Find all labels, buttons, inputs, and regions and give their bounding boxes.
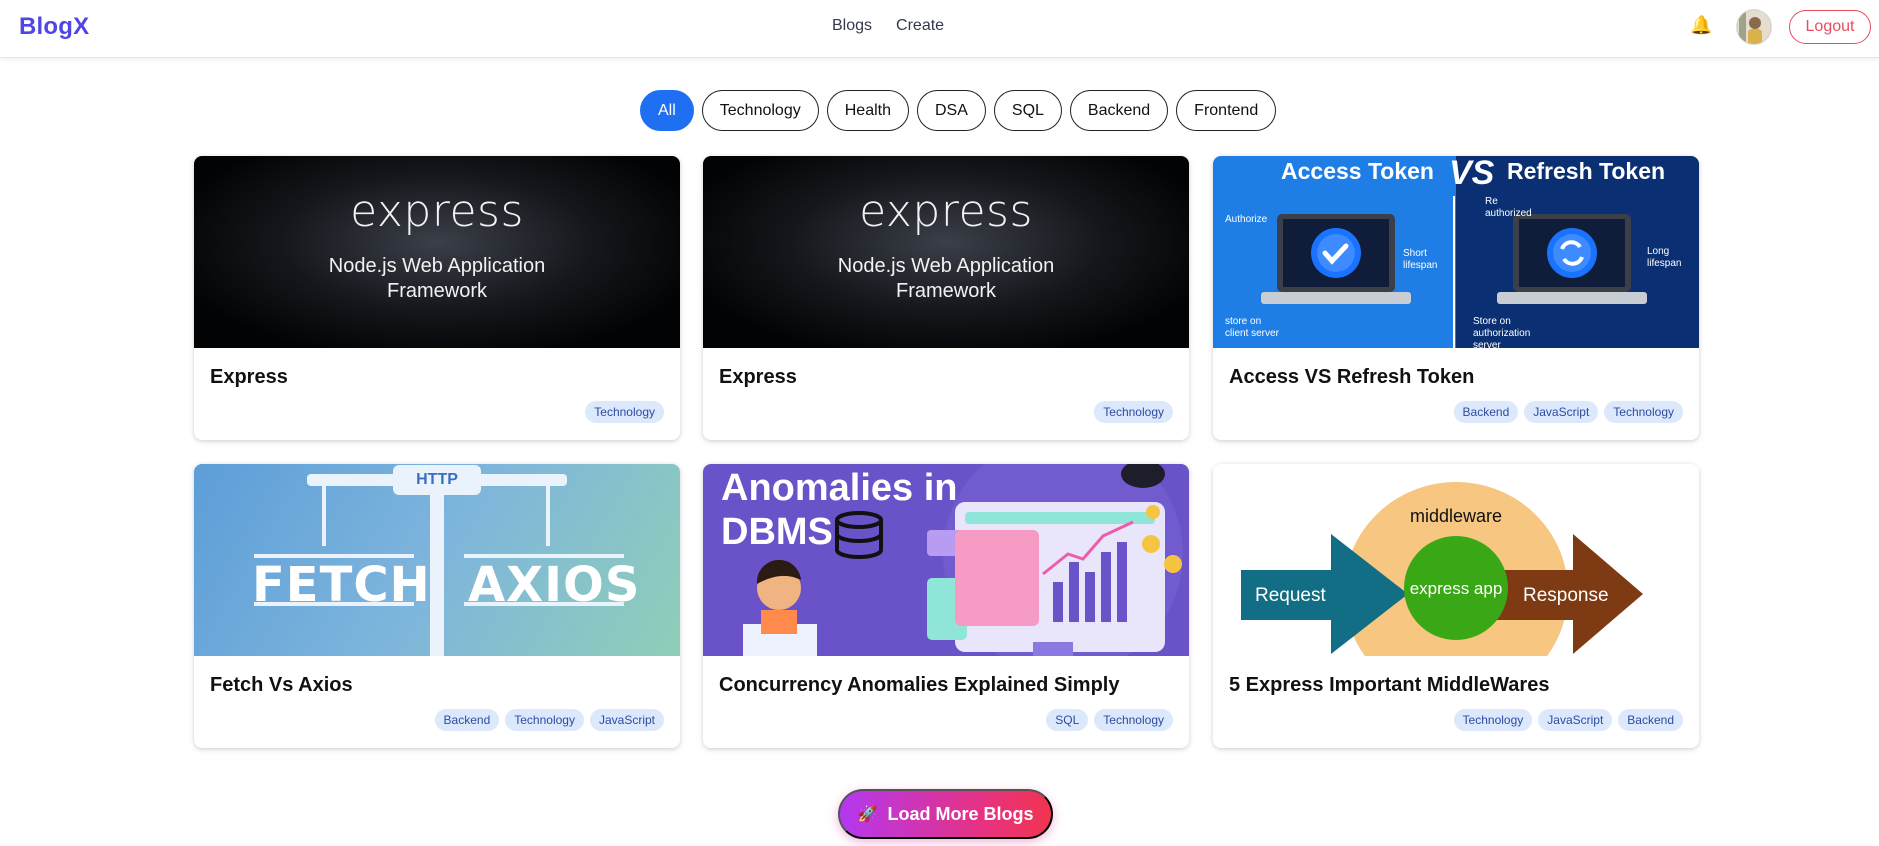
tag-badge: JavaScript [1524,401,1599,423]
tag-badge: Technology [1453,709,1533,731]
tag-badge: Technology [505,709,584,731]
blog-card-title[interactable]: Concurrency Anomalies Explained Simply [719,674,1120,697]
blog-card-tags: Backend JavaScript Technology [1453,401,1683,423]
thumbnail-heading: express [859,186,1033,237]
category-filters: All Technology Health DSA SQL Backend Fr… [640,90,1277,131]
blog-card-title[interactable]: 5 Express Important MiddleWares [1229,674,1549,697]
blog-card-tags: Backend Technology JavaScript [434,709,664,731]
tag-badge: Technology [1604,401,1683,423]
thumbnail-note: Store on authorization server [1473,316,1531,348]
thumbnail-heading-line: Anomalies in [721,467,958,509]
thumbnail-note: Short lifespan [1403,248,1438,271]
blog-card-thumbnail: Access Token VS Refresh Token Authorize … [1213,156,1699,348]
tag-badge: SQL [1046,709,1089,731]
blog-card-title[interactable]: Express [210,366,288,389]
thumbnail-subtitle-line: Node.js Web Application [328,255,546,277]
blog-card[interactable]: Access Token VS Refresh Token Authorize … [1213,156,1699,440]
blog-card-thumbnail: middleware express app Request Response [1213,464,1699,656]
rocket-icon: 🚀 [857,806,878,823]
middleware-diagram: middleware express app Request Response [1241,482,1643,656]
tag-badge: JavaScript [1538,709,1613,731]
blog-card-tags: Technology [1094,401,1173,423]
thumbnail-subtitle: Node.js Web Application Framework [194,254,680,304]
navbar: BlogX Blogs Create 🔔 Logout [0,0,1879,58]
thumbnail-heading: express [350,186,524,237]
load-more-button[interactable]: 🚀 Load More Blogs [838,789,1053,839]
main-nav: Blogs Create [832,17,944,35]
tag-badge: Technology [1094,401,1173,423]
blog-card-title[interactable]: Express [719,366,797,389]
blog-card-thumbnail: express Node.js Web Application Framewor… [194,156,680,348]
blog-card-title[interactable]: Access VS Refresh Token [1229,366,1474,389]
bell-icon[interactable]: 🔔 [1690,15,1712,36]
filter-chip-technology[interactable]: Technology [701,90,819,131]
diagram-middleware-label: middleware [1410,506,1502,526]
blog-card[interactable]: middleware express app Request Response … [1213,464,1699,748]
tag-badge: Technology [585,401,664,423]
tag-badge: JavaScript [589,709,664,731]
filter-chip-frontend[interactable]: Frontend [1176,90,1277,131]
blog-card-thumbnail: HTTP FETCH AXIOS [194,464,680,656]
blog-card-thumbnail: Anomalies in DBMS [703,464,1189,656]
blog-card[interactable]: express Node.js Web Application Framewor… [194,156,680,440]
blog-card[interactable]: Anomalies in DBMS Concurrency Anomalies … [703,464,1189,748]
diagram-request-label: Request [1255,585,1326,606]
nav-link-blogs[interactable]: Blogs [832,17,872,35]
blog-card-tags: Technology JavaScript Backend [1453,709,1683,731]
thumbnail-subtitle-line: Framework [386,280,487,302]
thumbnail-subtitle-line: Node.js Web Application [837,255,1055,277]
filter-chip-backend[interactable]: Backend [1069,90,1169,131]
diagram-response-label: Response [1523,585,1609,606]
diagram-express-app-label: express app [1410,579,1503,598]
thumbnail-note: store on client server [1225,316,1279,339]
logout-button[interactable]: Logout [1789,10,1871,44]
filter-chip-health[interactable]: Health [826,90,909,131]
filter-chip-all[interactable]: All [640,90,694,131]
blog-card-tags: Technology [585,401,664,423]
thumbnail-axios-label: AXIOS [468,557,641,613]
tag-badge: Backend [434,709,500,731]
blog-card[interactable]: HTTP FETCH AXIOS Fetch Vs Axios Backend … [194,464,680,748]
thumbnail-note: Long lifespan [1647,246,1682,269]
avatar[interactable] [1736,9,1772,45]
filter-chip-sql[interactable]: SQL [993,90,1062,131]
thumbnail-subtitle: Node.js Web Application Framework [703,254,1189,304]
thumbnail-heading: Anomalies in DBMS [721,466,958,554]
blog-card-title[interactable]: Fetch Vs Axios [210,674,353,697]
blog-card[interactable]: express Node.js Web Application Framewor… [703,156,1189,440]
tag-badge: Backend [1618,709,1683,731]
load-more-label: Load More Blogs [887,803,1034,824]
blog-card-tags: SQL Technology [1046,709,1173,731]
brand-logo[interactable]: BlogX [19,13,89,41]
filter-chip-dsa[interactable]: DSA [916,90,986,131]
tag-badge: Backend [1453,401,1519,423]
tag-badge: Technology [1094,709,1173,731]
thumbnail-note: Authorize [1225,214,1268,225]
laptop-illustration [1261,196,1647,348]
thumbnail-subtitle-line: Framework [895,280,996,302]
blog-card-thumbnail: express Node.js Web Application Framewor… [703,156,1189,348]
nav-link-create[interactable]: Create [896,17,944,35]
thumbnail-note: Re authorized [1485,196,1532,219]
thumbnail-heading-line: DBMS [721,511,833,553]
thumbnail-http-label: HTTP [393,465,481,495]
thumbnail-fetch-label: FETCH [252,557,431,613]
